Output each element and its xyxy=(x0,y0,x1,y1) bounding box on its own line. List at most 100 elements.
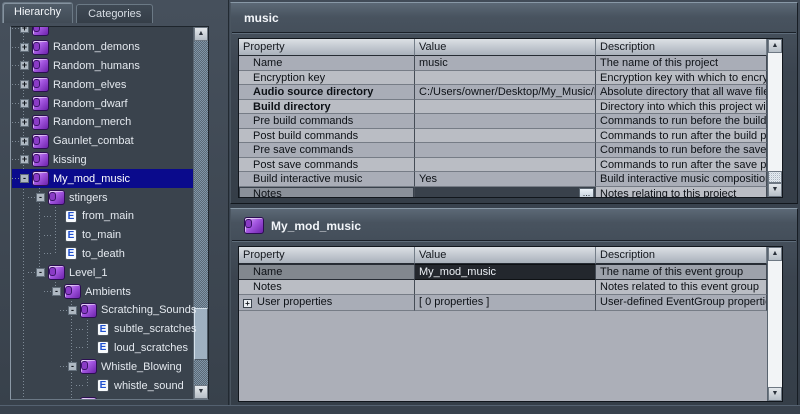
value-cell[interactable]: Yes xyxy=(415,172,596,187)
collapse-minus-icon[interactable]: - xyxy=(68,306,77,315)
property-cell[interactable]: Pre build commands xyxy=(239,114,415,129)
value-cell[interactable]: C:/Users/owner/Desktop/My_Music/Music So… xyxy=(415,85,596,100)
property-cell[interactable]: Build directory xyxy=(239,100,415,115)
property-cell[interactable]: Post save commands xyxy=(239,158,415,173)
expand-plus-icon[interactable]: + xyxy=(243,299,252,308)
audio-designer-window: Hierarchy Categories ++Random_demons+Ran… xyxy=(0,0,800,414)
event-group-icon xyxy=(80,397,97,400)
tree-scroll-down-icon[interactable]: ▼ xyxy=(194,385,208,399)
tree-item[interactable]: + xyxy=(12,26,193,38)
tree-item-to_death[interactable]: Eto_death xyxy=(12,245,193,264)
value-cell[interactable] xyxy=(415,71,596,86)
value-cell[interactable] xyxy=(415,158,596,173)
tree-item-ambients[interactable]: -Ambients xyxy=(12,282,193,301)
tree-item[interactable] xyxy=(12,395,193,400)
collapse-minus-icon[interactable]: - xyxy=(20,174,29,183)
tree-scrollbar[interactable]: ▲ ▼ xyxy=(193,27,208,399)
tree-item-random_demons[interactable]: +Random_demons xyxy=(12,38,193,57)
project-table-scroll-up-icon[interactable]: ▲ xyxy=(768,39,782,53)
browse-ellipsis-button[interactable]: ... xyxy=(579,188,594,199)
value-cell[interactable]: music xyxy=(415,56,596,71)
collapse-minus-icon[interactable]: - xyxy=(36,268,45,277)
tree-scroll-up-icon[interactable]: ▲ xyxy=(194,27,208,41)
property-cell[interactable]: Build interactive music xyxy=(239,172,415,187)
tree-connector xyxy=(28,197,35,198)
tree-item-scratching_sounds[interactable]: -Scratching_Sounds xyxy=(12,301,193,320)
tree-connector xyxy=(44,253,51,254)
tree-item-label: to_death xyxy=(82,248,129,260)
expand-plus-icon[interactable]: + xyxy=(20,61,29,70)
project-table-scroll-down-icon[interactable]: ▼ xyxy=(768,183,782,197)
tree-item-random_elves[interactable]: +Random_elves xyxy=(12,75,193,94)
tree-item-subtle_scratches[interactable]: Esubtle_scratches xyxy=(12,320,193,339)
property-cell[interactable]: Post build commands xyxy=(239,129,415,144)
tab-categories[interactable]: Categories xyxy=(76,4,153,23)
expand-plus-icon[interactable]: + xyxy=(20,80,29,89)
tree-connector xyxy=(76,329,83,330)
expand-plus-icon[interactable]: + xyxy=(20,155,29,164)
eventgroup-table-scrollbar[interactable]: ▲ ▼ xyxy=(767,247,782,401)
value-cell[interactable] xyxy=(415,100,596,115)
project-properties-panel: music PropertyValueDescriptionNamemusicT… xyxy=(230,2,798,204)
tree-item-random_dwarf[interactable]: +Random_dwarf xyxy=(12,94,193,113)
tree-connector xyxy=(12,84,19,85)
collapse-minus-icon[interactable]: - xyxy=(36,193,45,202)
value-cell[interactable]: [ 0 properties ] xyxy=(415,295,596,311)
property-cell[interactable]: Notes xyxy=(239,187,415,199)
tree-item-random_humans[interactable]: +Random_humans xyxy=(12,57,193,76)
expand-plus-icon[interactable]: + xyxy=(20,99,29,108)
column-header-property[interactable]: Property xyxy=(239,39,415,56)
expand-plus-icon[interactable]: + xyxy=(20,43,29,52)
column-header-value[interactable]: Value xyxy=(415,39,596,56)
event-group-icon xyxy=(32,115,49,130)
column-header-description[interactable]: Description xyxy=(596,39,767,56)
eventgroup-table-scroll-up-icon[interactable]: ▲ xyxy=(768,247,782,261)
project-table-scrollbar-thumb[interactable] xyxy=(768,171,782,183)
tree-item-gaunlet_combat[interactable]: +Gaunlet_combat xyxy=(12,132,193,151)
column-header-value[interactable]: Value xyxy=(415,247,596,264)
column-header-property[interactable]: Property xyxy=(239,247,415,264)
tree-item-stingers[interactable]: -stingers xyxy=(12,188,193,207)
expand-plus-icon[interactable]: + xyxy=(20,118,29,127)
tree-item-whistle_sound[interactable]: Ewhistle_sound xyxy=(12,376,193,395)
tree-item-from_main[interactable]: Efrom_main xyxy=(12,207,193,226)
property-cell[interactable]: Notes xyxy=(239,280,415,296)
value-cell[interactable] xyxy=(415,129,596,144)
property-cell[interactable]: Pre save commands xyxy=(239,143,415,158)
tree-item-my_mod_music[interactable]: -My_mod_music xyxy=(12,169,193,188)
expand-plus-icon[interactable]: + xyxy=(20,137,29,146)
tree-item-label: Scratching_Sounds xyxy=(101,304,200,316)
description-cell: Encryption key with which to encrypt the… xyxy=(596,71,767,86)
tab-hierarchy[interactable]: Hierarchy xyxy=(2,2,73,23)
property-cell[interactable]: Encryption key xyxy=(239,71,415,86)
eventgroup-table-scroll-down-icon[interactable]: ▼ xyxy=(768,387,782,401)
tree-item-level_1[interactable]: -Level_1 xyxy=(12,263,193,282)
property-cell[interactable]: +User properties xyxy=(239,295,415,311)
value-cell[interactable]: ... xyxy=(415,187,596,199)
tree-item-kissing[interactable]: +kissing xyxy=(12,151,193,170)
collapse-minus-icon[interactable]: - xyxy=(52,287,61,296)
value-cell[interactable]: My_mod_music xyxy=(415,264,596,280)
property-cell[interactable]: Audio source directory xyxy=(239,85,415,100)
property-cell[interactable]: Name xyxy=(239,264,415,280)
column-header-description[interactable]: Description xyxy=(596,247,767,264)
event-icon: E xyxy=(65,210,77,223)
description-cell: Commands to run after the build process … xyxy=(596,129,767,144)
tree-connector xyxy=(12,47,19,48)
project-table-scrollbar-track[interactable] xyxy=(768,53,782,183)
tree-item-loud_scratches[interactable]: Eloud_scratches xyxy=(12,339,193,358)
event-group-icon xyxy=(48,190,65,205)
tree-item-to_main[interactable]: Eto_main xyxy=(12,226,193,245)
tree-item-random_merch[interactable]: +Random_merch xyxy=(12,113,193,132)
tree-item-whistle_blowing[interactable]: -Whistle_Blowing xyxy=(12,357,193,376)
value-cell[interactable] xyxy=(415,280,596,296)
eventgroup-table-scrollbar-track[interactable] xyxy=(768,261,782,387)
collapse-minus-icon[interactable]: - xyxy=(68,362,77,371)
property-cell[interactable]: Name xyxy=(239,56,415,71)
project-panel-title: music xyxy=(244,11,279,25)
value-cell[interactable] xyxy=(415,143,596,158)
expand-plus-icon[interactable]: + xyxy=(20,26,29,33)
project-table-scrollbar[interactable]: ▲ ▼ xyxy=(767,39,782,197)
value-cell[interactable] xyxy=(415,114,596,129)
table-row: +User properties[ 0 properties ]User-def… xyxy=(239,295,767,311)
